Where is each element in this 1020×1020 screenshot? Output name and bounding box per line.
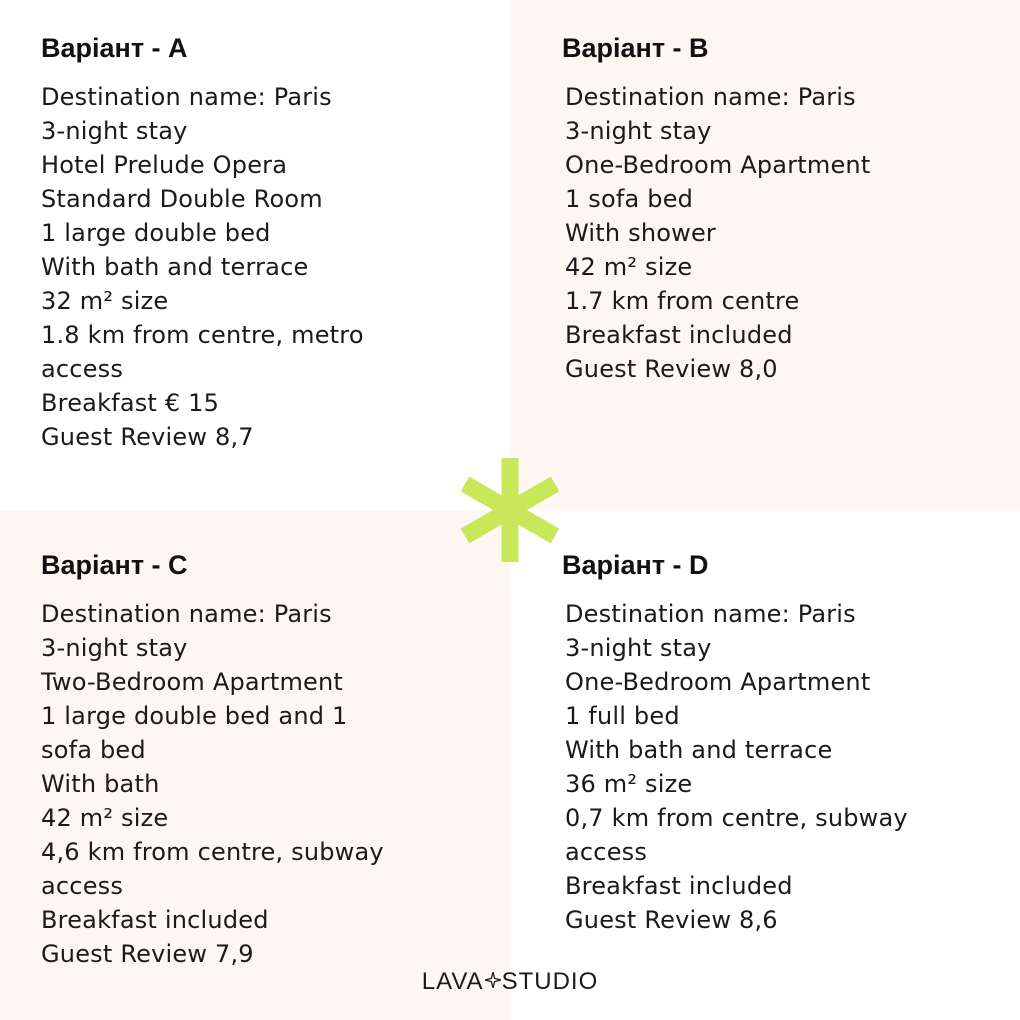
logo-text-left: LAVA bbox=[421, 968, 484, 995]
option-detail: 3-night stay bbox=[41, 634, 188, 662]
option-detail: access bbox=[41, 872, 124, 900]
option-detail: Breakfast included bbox=[565, 872, 793, 900]
option-detail: Guest Review 8,0 bbox=[565, 355, 778, 383]
option-details-list: Destination name: Paris 3-night stay One… bbox=[562, 80, 1002, 386]
sparkle-icon bbox=[484, 972, 501, 988]
option-details-list: Destination name: Paris 3-night stay Hot… bbox=[41, 80, 481, 454]
option-detail: Destination name: Paris bbox=[565, 83, 856, 111]
option-detail: 32 m² size bbox=[41, 287, 169, 315]
option-detail: Breakfast included bbox=[565, 321, 793, 349]
option-card-d: Варіант - D Destination name: Paris 3-ni… bbox=[562, 547, 1002, 937]
option-detail: 3-night stay bbox=[565, 117, 712, 145]
option-detail: 1 sofa bed bbox=[565, 185, 694, 213]
option-detail: Guest Review 8,6 bbox=[565, 906, 778, 934]
option-detail: Destination name: Paris bbox=[41, 600, 332, 628]
option-details-list: Destination name: Paris 3-night stay One… bbox=[562, 597, 1002, 937]
option-detail: 3-night stay bbox=[565, 634, 712, 662]
option-detail: Destination name: Paris bbox=[565, 600, 856, 628]
option-detail: One-Bedroom Apartment bbox=[565, 151, 871, 179]
option-detail: With bath and terrace bbox=[41, 253, 309, 281]
option-detail: 1 large double bed and 1 bbox=[41, 702, 348, 730]
option-detail: 1 full bed bbox=[565, 702, 680, 730]
option-detail: 3-night stay bbox=[41, 117, 188, 145]
option-title: Варіант - C bbox=[41, 550, 188, 580]
option-card-a: Варіант - A Destination name: Paris 3-ni… bbox=[41, 30, 481, 454]
brand-logo: LAVA STUDIO bbox=[0, 968, 1020, 996]
logo-text-right: STUDIO bbox=[501, 968, 599, 995]
option-detail: 1.8 km from centre, metro bbox=[41, 321, 364, 349]
option-detail: 0,7 km from centre, subway bbox=[565, 804, 908, 832]
option-detail: Breakfast included bbox=[41, 906, 269, 934]
option-detail: Breakfast € 15 bbox=[41, 389, 220, 417]
option-detail: With shower bbox=[565, 219, 716, 247]
option-detail: Two-Bedroom Apartment bbox=[41, 668, 344, 696]
option-detail: 1.7 km from centre bbox=[565, 287, 800, 315]
option-detail: 42 m² size bbox=[41, 804, 169, 832]
option-card-b: Варіант - B Destination name: Paris 3-ni… bbox=[562, 30, 1002, 386]
option-detail: With bath bbox=[41, 770, 160, 798]
option-detail: access bbox=[41, 355, 124, 383]
option-detail: 42 m² size bbox=[565, 253, 693, 281]
option-details-list: Destination name: Paris 3-night stay Two… bbox=[41, 597, 481, 971]
option-detail: One-Bedroom Apartment bbox=[565, 668, 871, 696]
option-detail: Hotel Prelude Opera bbox=[41, 151, 288, 179]
option-detail: 4,6 km from centre, subway bbox=[41, 838, 384, 866]
option-card-c: Варіант - C Destination name: Paris 3-ni… bbox=[41, 547, 481, 971]
option-detail: Standard Double Room bbox=[41, 185, 323, 213]
option-detail: sofa bed bbox=[41, 736, 146, 764]
option-detail: Guest Review 7,9 bbox=[41, 940, 254, 968]
asterisk-icon bbox=[460, 458, 560, 562]
option-detail: With bath and terrace bbox=[565, 736, 833, 764]
option-title: Варіант - B bbox=[562, 33, 709, 63]
option-detail: 1 large double bed bbox=[41, 219, 271, 247]
option-title: Варіант - A bbox=[41, 33, 188, 63]
option-detail: access bbox=[565, 838, 648, 866]
option-detail: Destination name: Paris bbox=[41, 83, 332, 111]
option-title: Варіант - D bbox=[562, 550, 709, 580]
option-detail: 36 m² size bbox=[565, 770, 693, 798]
option-detail: Guest Review 8,7 bbox=[41, 423, 254, 451]
